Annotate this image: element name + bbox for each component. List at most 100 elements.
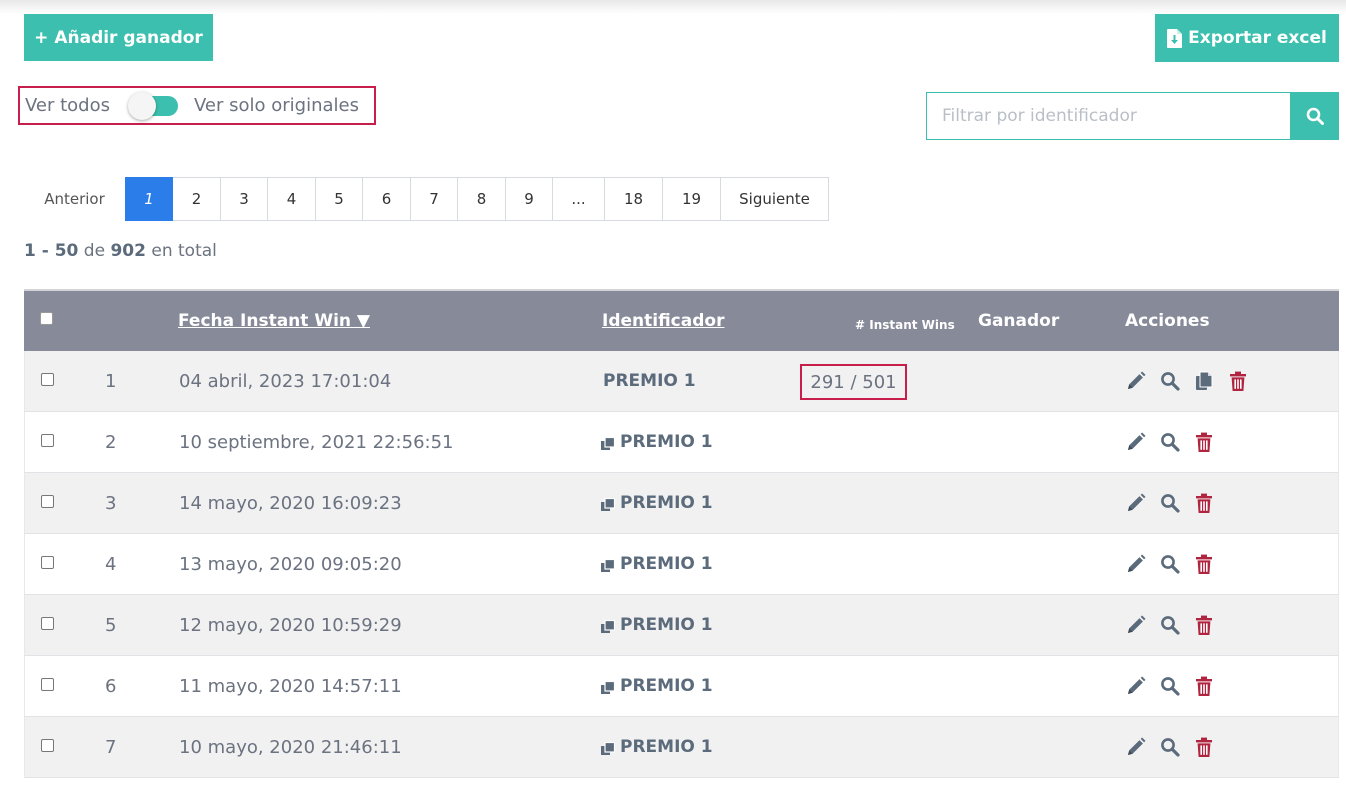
add-winner-button[interactable]: + Añadir ganador [24,14,213,61]
copy-indicator-icon [601,741,615,755]
row-identifier-text: PREMIO 1 [620,737,713,757]
edit-button[interactable] [1125,431,1147,453]
edit-icon [1128,371,1146,389]
row-number: 5 [105,614,117,636]
originals-toggle-switch[interactable] [128,91,178,120]
delete-button[interactable] [1193,431,1215,453]
view-icon [1161,616,1180,635]
search-icon [1306,107,1324,125]
row-date: 10 septiembre, 2021 22:56:51 [179,431,454,453]
row-checkbox[interactable] [41,617,54,630]
table-row[interactable]: 3 14 mayo, 2020 16:09:23 PREMIO 1 [24,473,1339,534]
export-excel-label: Exportar excel [1188,28,1327,48]
view-button[interactable] [1159,736,1181,758]
row-checkbox[interactable] [41,739,54,752]
view-button[interactable] [1159,675,1181,697]
table-row[interactable]: 7 10 mayo, 2020 21:46:11 PREMIO 1 [24,717,1339,778]
page-7[interactable]: 7 [411,177,458,221]
row-number: 3 [105,492,117,514]
table-row[interactable]: 5 12 mayo, 2020 10:59:29 PREMIO 1 [24,595,1339,656]
edit-icon [1128,737,1146,755]
row-date: 13 mayo, 2020 09:05:20 [179,553,402,575]
row-checkbox[interactable] [41,556,54,569]
edit-button[interactable] [1125,370,1147,392]
table-row[interactable]: 4 13 mayo, 2020 09:05:20 PREMIO 1 [24,534,1339,595]
view-icon [1161,494,1180,513]
delete-button[interactable] [1227,370,1249,392]
page-1[interactable]: 1 [125,177,173,221]
row-actions [1125,717,1215,777]
edit-icon [1128,554,1146,572]
row-date: 12 mayo, 2020 10:59:29 [179,614,402,636]
delete-button[interactable] [1193,492,1215,514]
toggle-label-originals: Ver solo originales [194,95,359,116]
column-header-identifier[interactable]: Identificador [602,291,724,351]
delete-button[interactable] [1193,614,1215,636]
search-button[interactable] [1290,92,1339,140]
row-checkbox[interactable] [41,434,54,447]
table-row[interactable]: 6 11 mayo, 2020 14:57:11 PREMIO 1 [24,656,1339,717]
table-row[interactable]: 2 10 septiembre, 2021 22:56:51 PREMIO 1 [24,412,1339,473]
view-icon [1161,555,1180,574]
page-4[interactable]: 4 [268,177,316,221]
table-header: Fecha Instant Win ▼ Identificador # Inst… [24,289,1339,351]
edit-button[interactable] [1125,553,1147,575]
page-6[interactable]: 6 [363,177,411,221]
delete-icon [1196,676,1212,696]
edit-icon [1128,493,1146,511]
duplicate-icon [1196,371,1213,390]
delete-button[interactable] [1193,553,1215,575]
row-identifier: PREMIO 1 [601,473,713,533]
column-header-date[interactable]: Fecha Instant Win ▼ [178,291,370,351]
row-identifier-text: PREMIO 1 [620,615,713,635]
edit-button[interactable] [1125,736,1147,758]
view-button[interactable] [1159,431,1181,453]
row-number: 2 [105,431,117,453]
page-5[interactable]: 5 [316,177,363,221]
originals-toggle-group: Ver todos Ver solo originales [18,86,376,125]
copy-indicator-icon [601,436,615,450]
add-winner-label: + Añadir ganador [34,27,203,48]
row-identifier: PREMIO 1 [601,717,713,777]
delete-button[interactable] [1193,675,1215,697]
pagination-previous[interactable]: Anterior [24,177,125,221]
pagination: Anterior 1 2 3 4 5 6 7 8 9 ... 18 19 Sig… [24,177,829,221]
page-19[interactable]: 19 [663,177,721,221]
page-2[interactable]: 2 [173,177,221,221]
export-excel-button[interactable]: Exportar excel [1155,14,1339,62]
edit-button[interactable] [1125,614,1147,636]
page-18[interactable]: 18 [605,177,663,221]
select-all-checkbox[interactable] [40,312,53,325]
row-checkbox[interactable] [41,678,54,691]
view-icon [1161,433,1180,452]
page-8[interactable]: 8 [458,177,506,221]
identifier-search-input[interactable] [926,92,1290,140]
row-actions [1125,595,1215,655]
delete-icon [1196,432,1212,452]
results-summary: 1 - 50 de 902 en total [24,241,217,261]
view-button[interactable] [1159,370,1181,392]
row-actions [1125,656,1215,716]
page-3[interactable]: 3 [221,177,268,221]
row-number: 1 [105,370,117,392]
copy-indicator-icon [601,680,615,694]
page-9[interactable]: 9 [506,177,553,221]
edit-button[interactable] [1125,675,1147,697]
row-checkbox[interactable] [41,495,54,508]
row-date: 04 abril, 2023 17:01:04 [179,370,392,392]
results-of: de [83,241,106,261]
view-button[interactable] [1159,553,1181,575]
duplicate-button[interactable] [1193,370,1215,392]
edit-button[interactable] [1125,492,1147,514]
view-button[interactable] [1159,492,1181,514]
table-row[interactable]: 1 04 abril, 2023 17:01:04 PREMIO 1 291 / 50… [24,351,1339,412]
row-identifier: PREMIO 1 [601,656,713,716]
toggle-knob [128,91,156,120]
view-icon [1161,738,1180,757]
results-range: 1 - 50 [24,241,79,261]
view-button[interactable] [1159,614,1181,636]
row-checkbox[interactable] [41,373,54,386]
delete-button[interactable] [1193,736,1215,758]
pagination-next[interactable]: Siguiente [721,177,829,221]
row-date: 14 mayo, 2020 16:09:23 [179,492,402,514]
